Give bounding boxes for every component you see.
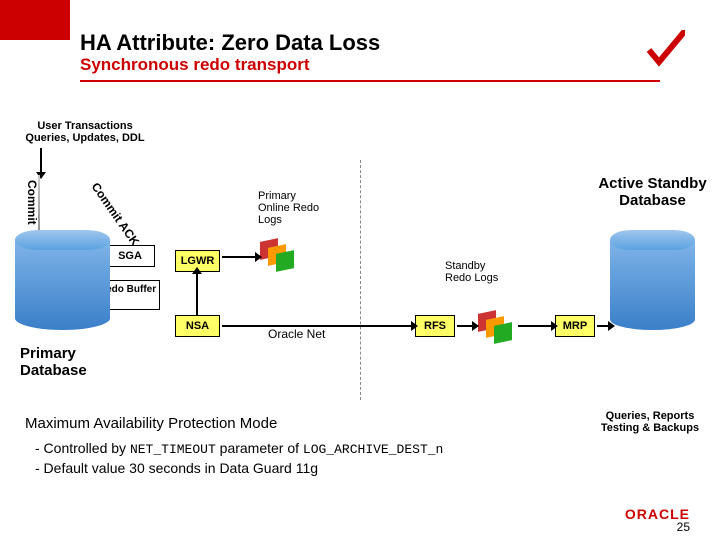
- primary-database-cylinder: [15, 230, 110, 330]
- bullet1-text-pre: - Controlled by: [35, 440, 130, 456]
- max-availability-label: Maximum Availability Protection Mode: [25, 415, 277, 432]
- header-red-block: [0, 0, 70, 40]
- log-archive-dest-code: LOG_ARCHIVE_DEST_n: [303, 442, 443, 457]
- bullet-net-timeout: - Controlled by NET_TIMEOUT parameter of…: [35, 440, 443, 457]
- commit-label: Commit: [25, 180, 39, 225]
- mrp-box: MRP: [555, 315, 595, 337]
- standby-database-cylinder: [610, 230, 695, 330]
- sga-box: SGA: [105, 245, 155, 267]
- primary-redo-logs-icon: [260, 240, 300, 270]
- checkmark-icon: [645, 30, 685, 70]
- primary-redo-logs-label: Primary Online Redo Logs: [258, 190, 328, 226]
- arrow-nsa-to-lgwr: [196, 273, 198, 315]
- rfs-box: RFS: [415, 315, 455, 337]
- arrow-nsa-to-rfs: [222, 325, 412, 327]
- page-title: HA Attribute: Zero Data Loss: [80, 30, 380, 56]
- bullet-default-value: - Default value 30 seconds in Data Guard…: [35, 460, 318, 476]
- nsa-box: NSA: [175, 315, 220, 337]
- oracle-net-label: Oracle Net: [268, 327, 325, 341]
- user-transactions-arrow: [40, 148, 42, 173]
- arrow-standby-logs-to-mrp: [518, 325, 552, 327]
- user-transactions-label: User Transactions Queries, Updates, DDL: [15, 120, 155, 144]
- standby-redo-logs-icon: [478, 312, 518, 342]
- arrow-lgwr-to-logs: [222, 256, 256, 258]
- bullet1-text-mid: parameter of: [216, 440, 303, 456]
- page-subtitle: Synchronous redo transport: [80, 55, 310, 75]
- arrow-rfs-to-standby-logs: [457, 325, 473, 327]
- active-standby-label: Active Standby Database: [595, 175, 710, 209]
- title-divider: [80, 80, 660, 82]
- arrow-mrp-to-standby-db: [597, 325, 609, 327]
- page-number: 25: [677, 520, 690, 534]
- primary-database-label: Primary Database: [20, 345, 110, 379]
- net-timeout-code: NET_TIMEOUT: [130, 442, 216, 457]
- network-divider: [360, 160, 361, 400]
- standby-redo-logs-label: Standby Redo Logs: [445, 260, 505, 284]
- queries-reports-label: Queries, Reports Testing & Backups: [590, 410, 710, 434]
